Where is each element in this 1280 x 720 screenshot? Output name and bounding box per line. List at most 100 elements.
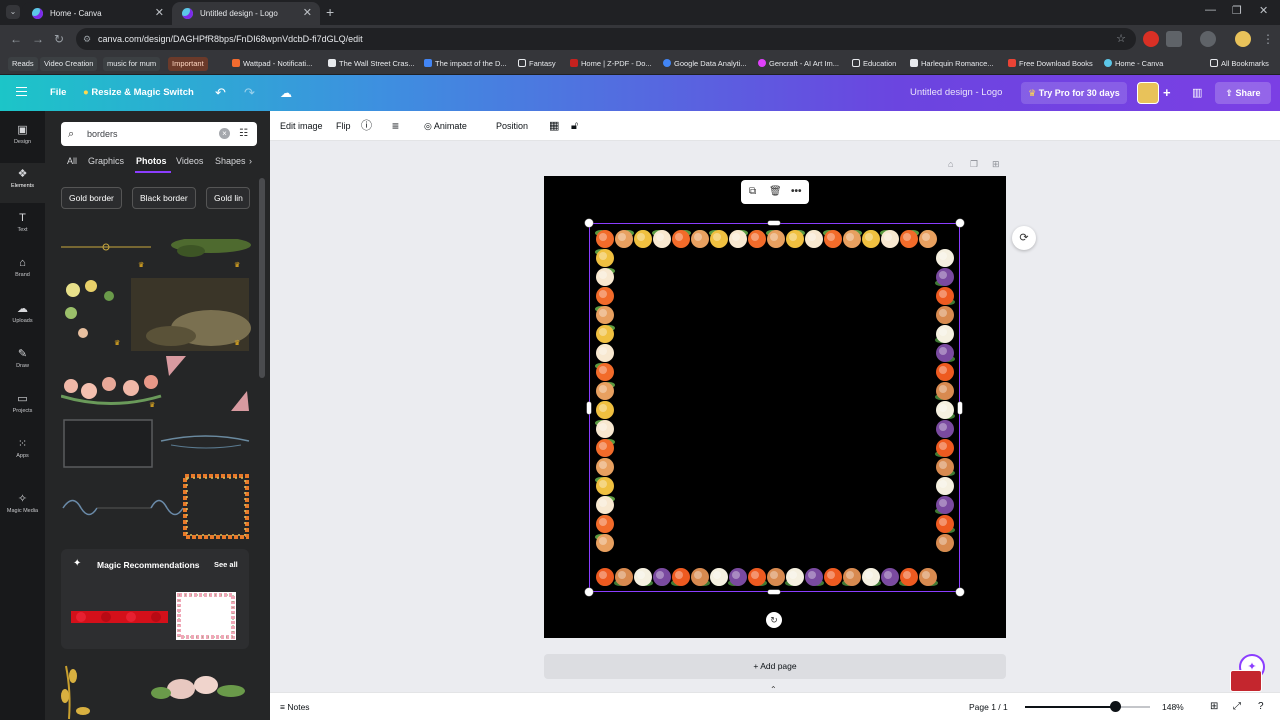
tab-search-icon[interactable]: ⌄ [6, 5, 20, 19]
more-options-icon[interactable]: ••• [791, 180, 802, 204]
share-button[interactable]: ⇪ Share [1215, 82, 1271, 104]
bookmark-item[interactable]: Free Download Books [1008, 57, 1093, 71]
result-thumb-ornament-border[interactable] [61, 473, 251, 539]
bookmark-item[interactable]: The impact of the D... [424, 57, 507, 71]
tab-photos[interactable]: Photos [136, 156, 167, 166]
tab-all[interactable]: All [67, 156, 77, 166]
zoom-knob[interactable] [1110, 701, 1121, 712]
close-icon[interactable]: ✕ [155, 6, 164, 19]
flip-button[interactable]: Flip [336, 111, 351, 141]
design-page[interactable]: ⧉ 🗑︎ ••• ↻ [544, 176, 1006, 638]
bookmark-item[interactable]: Gencraft - AI Art Im... [758, 57, 839, 71]
result-thumb-gold-leaves[interactable] [61, 661, 251, 720]
extensions-icon[interactable] [1166, 31, 1182, 47]
browser-menu-icon[interactable]: ⋮ [1262, 32, 1274, 46]
page-indicator[interactable]: Page 1 / 1 [969, 693, 1008, 720]
clear-search-icon[interactable]: × [219, 128, 230, 139]
bookmark-item[interactable]: The Wall Street Cras... [328, 57, 415, 71]
search-input[interactable]: ⌕ borders × ☷ [61, 122, 257, 146]
magic-thumb-red-border[interactable] [71, 611, 168, 623]
resize-handle-ne[interactable] [956, 219, 964, 227]
edit-image-button[interactable]: Edit image [280, 111, 323, 141]
insights-chart-icon[interactable]: ▥ [1192, 75, 1202, 111]
bookmark-item[interactable]: Google Data Analyti... [663, 57, 747, 71]
see-all-link[interactable]: See all [214, 560, 238, 569]
resize-handle-se[interactable] [956, 588, 964, 596]
magic-thumb-pink-frame[interactable] [176, 592, 236, 640]
bookmark-item[interactable]: music for mum [103, 57, 161, 71]
tab-shapes[interactable]: Shapes [215, 156, 246, 166]
panel-scrollbar[interactable] [259, 178, 265, 378]
rail-brand[interactable]: ⌂ Brand [0, 253, 45, 293]
border-style-icon[interactable]: ≡ [392, 111, 399, 141]
filter-icon[interactable]: ☷ [239, 122, 248, 146]
bookmark-item[interactable]: Home - Canva [1104, 57, 1163, 71]
refresh-icon[interactable]: ⟳ [1012, 226, 1036, 250]
animate-button[interactable]: ◎ Animate [424, 111, 467, 141]
forward-icon[interactable]: → [32, 32, 44, 46]
maximize-icon[interactable]: ❐ [1232, 4, 1242, 17]
transparency-icon[interactable]: ▦ [549, 111, 559, 141]
add-page-button[interactable]: + Add page [544, 654, 1006, 679]
bookmark-item[interactable]: Reads [8, 57, 38, 71]
notes-button[interactable]: ≡ Notes [280, 693, 310, 720]
bookmark-item[interactable]: Education [852, 57, 896, 71]
add-page-icon[interactable]: ⊞ [992, 159, 1000, 170]
chip-black-border[interactable]: Black border [132, 187, 196, 209]
result-thumb-gold-line[interactable] [61, 239, 251, 269]
undo-icon[interactable]: ↶ [215, 75, 226, 111]
avatar[interactable] [1137, 82, 1159, 104]
resize-handle-w[interactable] [587, 402, 591, 414]
file-menu[interactable]: File [50, 75, 66, 111]
rail-text[interactable]: T Text [0, 208, 45, 248]
result-thumb-black-frame[interactable] [61, 419, 251, 469]
lock-page-icon[interactable]: ⌂ [948, 159, 953, 169]
bookmark-item[interactable]: Video Creation [40, 57, 98, 71]
bookmark-item[interactable]: Wattpad - Notificati... [232, 57, 312, 71]
close-window-icon[interactable]: ✕ [1259, 4, 1268, 17]
minimize-icon[interactable]: — [1205, 4, 1216, 16]
rail-elements[interactable]: ❖ Elements [0, 163, 45, 203]
info-icon[interactable]: ⓘ [361, 111, 372, 141]
help-icon[interactable]: ? [1258, 693, 1264, 720]
add-collaborator-icon[interactable]: + [1163, 75, 1171, 111]
rail-magic-media[interactable]: ✧ Magic Media [0, 488, 45, 528]
url-field[interactable]: ⚙ canva.com/design/DAGHPfR8bps/FnDI68wpn… [76, 28, 1136, 50]
resize-handle-s[interactable] [768, 590, 780, 594]
duplicate-page-icon[interactable]: ❐ [970, 159, 978, 170]
bookmark-item[interactable]: Home | Z-PDF - Do... [570, 57, 652, 71]
rail-apps[interactable]: ⁙ Apps [0, 433, 45, 473]
bookmark-star-icon[interactable]: ☆ [1116, 28, 1126, 50]
extension-adblock-icon[interactable] [1143, 31, 1159, 47]
browser-tab-home[interactable]: Home - Canva ✕ [22, 2, 172, 25]
chevron-right-icon[interactable]: › [249, 156, 252, 166]
back-icon[interactable]: ← [10, 32, 22, 46]
position-button[interactable]: Position [496, 111, 528, 141]
lock-icon[interactable]: 🔓︎ [571, 111, 578, 141]
browser-tab-design[interactable]: Untitled design - Logo ✕ [172, 2, 320, 25]
chip-gold-line[interactable]: Gold lin [206, 187, 250, 209]
fullscreen-icon[interactable]: ⤢ [1233, 693, 1241, 720]
result-thumb-floral-swag[interactable] [61, 356, 251, 414]
resize-handle-e[interactable] [958, 402, 962, 414]
chip-gold-border[interactable]: Gold border [61, 187, 122, 209]
close-icon[interactable]: ✕ [303, 6, 312, 19]
resize-handle-nw[interactable] [585, 219, 593, 227]
tab-videos[interactable]: Videos [176, 156, 203, 166]
document-title[interactable]: Untitled design - Logo [910, 75, 1002, 111]
delete-icon[interactable]: 🗑︎ [769, 180, 782, 204]
reload-icon[interactable]: ↻ [54, 32, 64, 46]
rotate-icon[interactable]: ↻ [766, 612, 782, 628]
cloud-saved-icon[interactable]: ☁ [280, 75, 292, 111]
site-info-icon[interactable]: ⚙ [83, 28, 91, 50]
zoom-slider[interactable] [1025, 701, 1150, 712]
menu-icon[interactable] [16, 87, 27, 96]
rail-uploads[interactable]: ☁ Uploads [0, 298, 45, 338]
try-pro-button[interactable]: ♛ Try Pro for 30 days [1021, 82, 1127, 104]
resize-handle-sw[interactable] [585, 588, 593, 596]
resize-handle-n[interactable] [768, 221, 780, 225]
rail-design[interactable]: ▣ Design [0, 119, 45, 159]
grid-view-icon[interactable]: ⊞ [1210, 693, 1218, 720]
history-icon[interactable] [1200, 31, 1216, 47]
resize-magic-switch-button[interactable]: ● Resize & Magic Switch [83, 75, 194, 111]
